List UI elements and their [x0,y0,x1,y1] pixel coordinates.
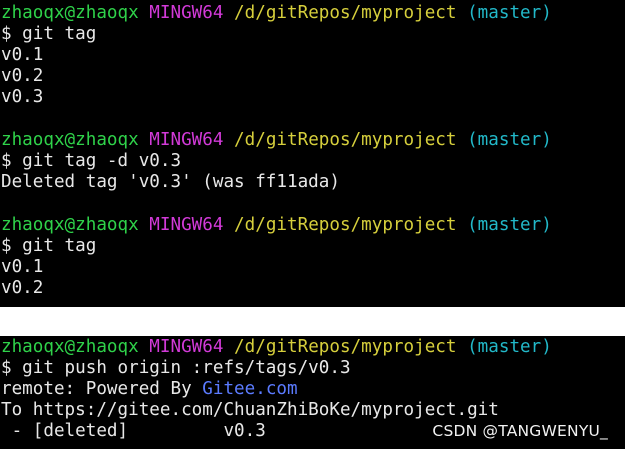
prompt-user-host: zhaoqx@zhaoqx [1,3,139,23]
prompt-path: /d/gitRepos/myproject [234,3,457,23]
remote-link[interactable]: Gitee.com [202,379,297,399]
prompt-system: MINGW64 [149,130,224,150]
to-line: To https://gitee.com/ChuanZhiBoKe/myproj… [1,400,499,420]
output-line: v0.2 [1,278,44,298]
prompt-user-host: zhaoqx@zhaoqx [1,215,139,235]
output-line: v0.3 [1,87,44,107]
watermark: CSDN @TANGWENYU_ [432,422,608,440]
command-line: $ git tag -d v0.3 [1,151,182,171]
prompt-system: MINGW64 [149,337,224,357]
terminal-panel-top: zhaoqx@zhaoqx MINGW64 /d/gitRepos/myproj… [0,0,625,307]
prompt-line: zhaoqx@zhaoqx MINGW64 /d/gitRepos/myproj… [0,337,625,358]
remote-prefix: remote: Powered By [1,379,203,399]
remote-line: remote: Powered By Gitee.com [0,379,625,400]
output-line: v0.2 [1,66,44,86]
prompt-branch: (master) [467,215,552,235]
prompt-path: /d/gitRepos/myproject [234,215,457,235]
command-line: $ git push origin :refs/tags/v0.3 [1,358,351,378]
prompt-path: /d/gitRepos/myproject [234,130,457,150]
prompt-line: zhaoqx@zhaoqx MINGW64 /d/gitRepos/myproj… [0,3,625,24]
output-line: v0.1 [1,257,44,277]
prompt-system: MINGW64 [149,215,224,235]
output-line: v0.1 [1,45,44,65]
prompt-user-host: zhaoqx@zhaoqx [1,130,139,150]
command-line: $ git tag [1,236,97,256]
output-line: Deleted tag 'v0.3' (was ff11ada) [1,172,340,192]
prompt-branch: (master) [467,130,552,150]
prompt-system: MINGW64 [149,3,224,23]
prompt-line: zhaoqx@zhaoqx MINGW64 /d/gitRepos/myproj… [0,215,625,236]
prompt-path: /d/gitRepos/myproject [234,337,457,357]
prompt-branch: (master) [467,3,552,23]
terminal-panel-bottom: zhaoqx@zhaoqx MINGW64 /d/gitRepos/myproj… [0,336,625,449]
prompt-user-host: zhaoqx@zhaoqx [1,337,139,357]
prompt-line: zhaoqx@zhaoqx MINGW64 /d/gitRepos/myproj… [0,130,625,151]
prompt-branch: (master) [467,337,552,357]
command-line: $ git tag [1,24,97,44]
